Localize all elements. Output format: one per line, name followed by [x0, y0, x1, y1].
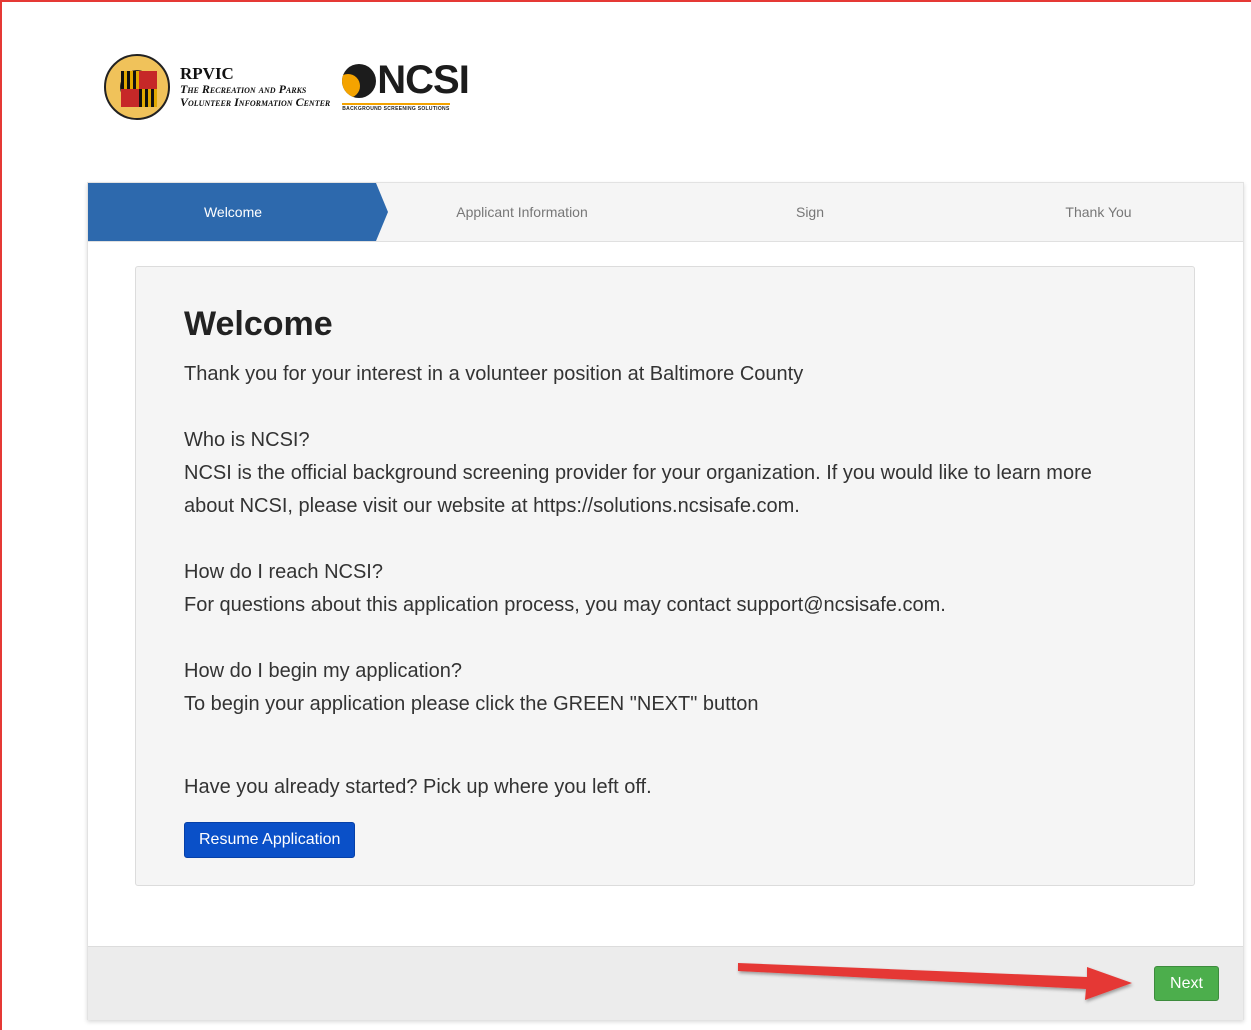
next-button[interactable]: Next [1154, 966, 1219, 1001]
ncsi-logo-icon [342, 63, 377, 98]
question-who-is-ncsi: Who is NCSI? [184, 429, 310, 451]
answer-who-is-ncsi: NCSI is the official background screenin… [184, 462, 1092, 517]
step-sign[interactable]: Sign [666, 183, 954, 241]
welcome-panel: Welcome Thank you for your interest in a… [135, 266, 1195, 886]
question-how-begin: How do I begin my application? [184, 660, 462, 682]
rpvic-logo-text: RPVIC The Recreation and Parks Volunteer… [180, 65, 330, 108]
application-card: Welcome Applicant Information Sign Thank… [87, 182, 1244, 1020]
question-how-reach-ncsi: How do I reach NCSI? [184, 561, 383, 583]
baltimore-county-seal-icon [104, 54, 170, 120]
rpvic-line2: Volunteer Information Center [180, 94, 331, 109]
header-logos: RPVIC The Recreation and Parks Volunteer… [104, 52, 470, 122]
resume-application-button[interactable]: Resume Application [184, 822, 356, 858]
page-title: Welcome [184, 305, 333, 343]
step-thank-you[interactable]: Thank You [954, 183, 1243, 241]
ncsi-tagline: BACKGROUND SCREENING SOLUTIONS [342, 103, 450, 112]
step-progress-bar: Welcome Applicant Information Sign Thank… [88, 183, 1243, 242]
step-welcome[interactable]: Welcome [88, 183, 378, 241]
ncsi-logo: NCSI BACKGROUND SCREENING SOLUTIONS [342, 58, 470, 112]
intro-text: Thank you for your interest in a volunte… [184, 363, 804, 385]
step-applicant-information[interactable]: Applicant Information [378, 183, 666, 241]
annotation-arrow-icon [738, 963, 1132, 1000]
answer-how-reach-ncsi: For questions about this application pro… [184, 594, 946, 616]
resume-prompt: Have you already started? Pick up where … [184, 776, 652, 798]
answer-how-begin: To begin your application please click t… [184, 693, 759, 715]
rpvic-title: RPVIC [180, 64, 234, 84]
ncsi-wordmark: NCSI [377, 58, 470, 102]
